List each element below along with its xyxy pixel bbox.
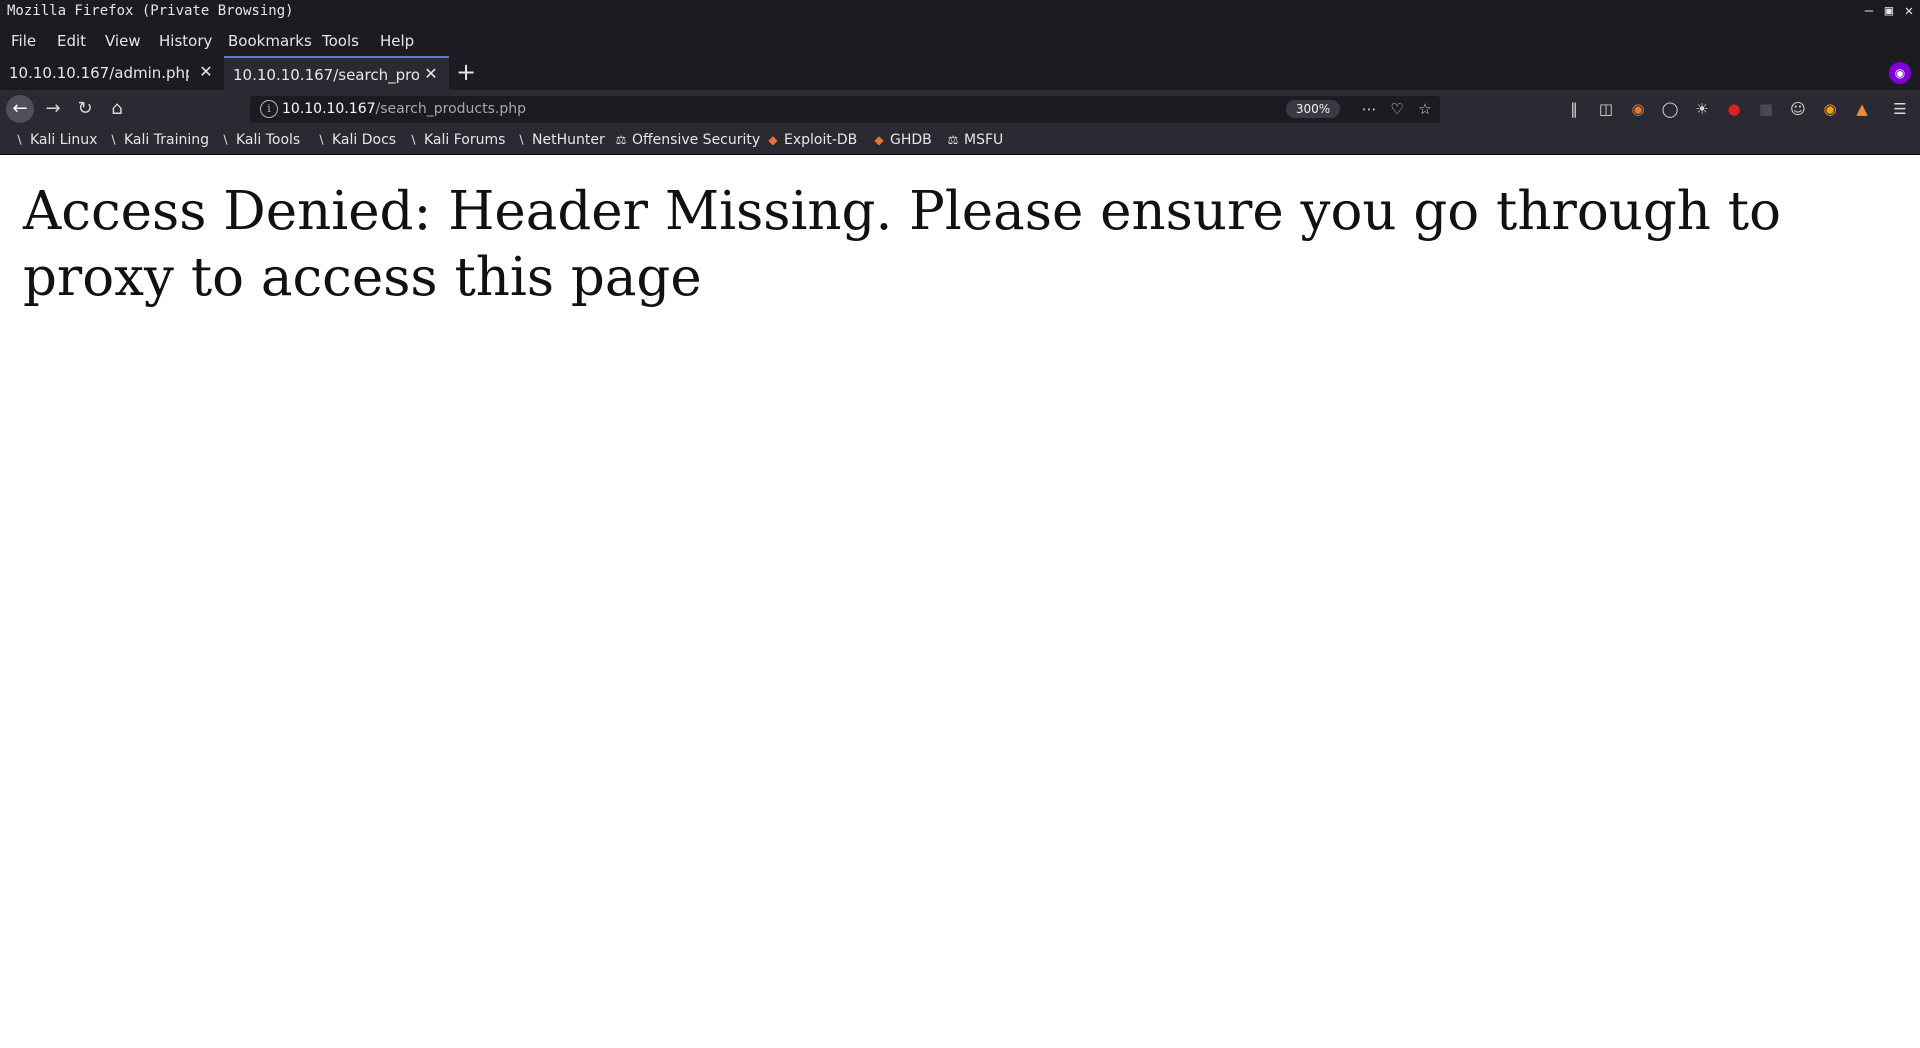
menu-edit[interactable]: Edit	[57, 32, 86, 50]
new-tab-icon[interactable]: +	[456, 60, 476, 84]
bookmark-kali-linux[interactable]: ∖ Kali Linux	[12, 132, 97, 148]
offsec-icon: ⚖	[615, 133, 627, 147]
bookmark-kali-tools[interactable]: ∖ Kali Tools	[218, 132, 300, 148]
sidebar-icon[interactable]: ◫	[1595, 98, 1617, 120]
window-titlebar: Mozilla Firefox (Private Browsing) – ▣ ✕	[0, 0, 1920, 24]
extension-icon[interactable]: ▲	[1851, 98, 1873, 120]
star-icon[interactable]: ☆	[1414, 98, 1436, 120]
extension-icon[interactable]: ☀	[1691, 98, 1713, 120]
extension-icon[interactable]: ◯	[1659, 98, 1681, 120]
maximize-icon[interactable]: ▣	[1881, 2, 1897, 20]
extension-icon[interactable]: ◉	[1819, 98, 1841, 120]
forward-icon[interactable]: →	[40, 96, 66, 122]
url-bar[interactable]: i 10.10.10.167/search_products.php 300% …	[250, 96, 1440, 123]
minimize-icon[interactable]: –	[1861, 2, 1877, 20]
bookmark-offensive-security[interactable]: ⚖ Offensive Security	[614, 132, 761, 148]
close-icon[interactable]: ✕	[1901, 2, 1917, 20]
url-text[interactable]: 10.10.10.167/search_products.php	[282, 101, 526, 117]
account-icon[interactable]: ☺	[1787, 98, 1809, 120]
menu-icon[interactable]: ☰	[1889, 98, 1911, 120]
menu-history[interactable]: History	[159, 32, 212, 50]
kali-icon: ∖	[517, 133, 525, 147]
tab-close-icon[interactable]: ✕	[198, 63, 214, 81]
bookmark-kali-training[interactable]: ∖ Kali Training	[106, 132, 209, 148]
bookmark-nethunter[interactable]: ∖ NetHunter	[514, 132, 605, 148]
kali-icon: ∖	[15, 133, 23, 147]
kali-icon: ∖	[317, 133, 325, 147]
url-path: /search_products.php	[375, 101, 526, 117]
bookmarks-toolbar: ∖ Kali Linux ∖ Kali Training ∖ Kali Tools ∖…	[0, 128, 1920, 155]
menu-tools[interactable]: Tools	[322, 32, 359, 50]
site-info-icon[interactable]: i	[260, 100, 278, 118]
library-icon[interactable]: ‖	[1563, 98, 1585, 120]
kali-icon: ∖	[409, 133, 417, 147]
menu-file[interactable]: File	[11, 32, 36, 50]
menu-bar: File Edit View History Bookmarks Tools H…	[0, 24, 1920, 56]
offsec-icon: ⚖	[947, 133, 959, 147]
kali-icon: ∖	[221, 133, 229, 147]
exploitdb-icon: ◆	[768, 133, 778, 147]
bookmark-exploit-db[interactable]: ◆ Exploit-DB	[766, 132, 857, 148]
browser-chrome: Mozilla Firefox (Private Browsing) – ▣ ✕…	[0, 0, 1920, 155]
extension-icon[interactable]: ●	[1723, 98, 1745, 120]
reload-icon[interactable]: ↻	[72, 96, 98, 122]
menu-bookmarks[interactable]: Bookmarks	[228, 32, 312, 50]
tab-label: 10.10.10.167/admin.php	[9, 64, 189, 82]
page-content: Access Denied: Header Missing. Please en…	[0, 155, 1920, 1048]
exploitdb-icon: ◆	[874, 133, 884, 147]
tab-search-products[interactable]: 10.10.10.167/search_products.php ✕	[224, 56, 449, 90]
access-denied-message: Access Denied: Header Missing. Please en…	[23, 181, 1781, 308]
tab-strip: 10.10.10.167/admin.php ✕ 10.10.10.167/se…	[0, 56, 1920, 90]
private-browsing-icon: ◉	[1889, 62, 1911, 84]
tab-label: 10.10.10.167/search_products.php	[233, 66, 419, 84]
extension-icon[interactable]: ■	[1755, 98, 1777, 120]
back-icon[interactable]: ←	[6, 95, 34, 123]
tab-admin[interactable]: 10.10.10.167/admin.php ✕	[0, 56, 224, 90]
window-title: Mozilla Firefox (Private Browsing)	[7, 3, 294, 19]
pocket-icon[interactable]: ♡	[1386, 98, 1408, 120]
zoom-level-badge[interactable]: 300%	[1286, 100, 1340, 118]
tab-close-icon[interactable]: ✕	[423, 65, 439, 83]
bookmark-kali-forums[interactable]: ∖ Kali Forums	[406, 132, 505, 148]
url-host: 10.10.10.167	[282, 101, 376, 117]
bookmark-kali-docs[interactable]: ∖ Kali Docs	[314, 132, 396, 148]
bookmark-ghdb[interactable]: ◆ GHDB	[872, 132, 931, 148]
more-icon[interactable]: ⋯	[1358, 98, 1380, 120]
menu-help[interactable]: Help	[380, 32, 414, 50]
extension-icon[interactable]: ◉	[1627, 98, 1649, 120]
menu-view[interactable]: View	[105, 32, 141, 50]
kali-icon: ∖	[109, 133, 117, 147]
bookmark-msfu[interactable]: ⚖ MSFU	[946, 132, 1004, 148]
home-icon[interactable]: ⌂	[104, 96, 130, 122]
